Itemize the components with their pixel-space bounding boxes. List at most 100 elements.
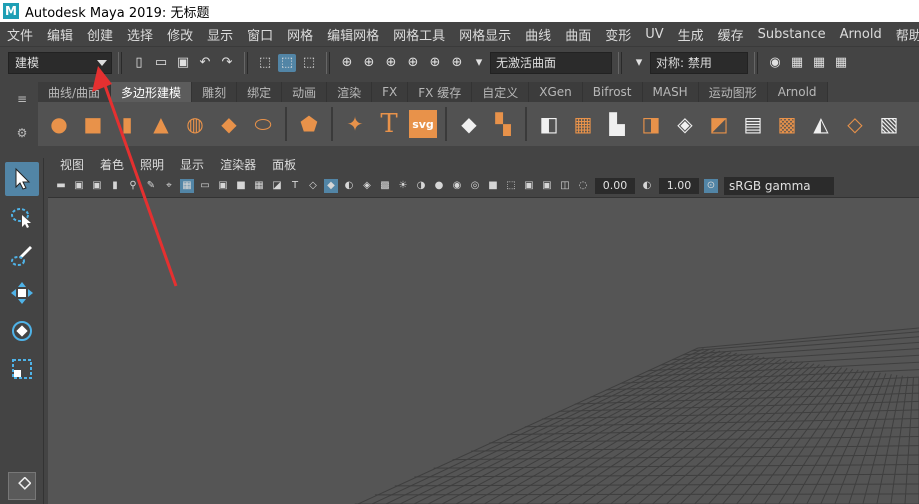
safe-title-icon[interactable]: T (288, 179, 302, 193)
scale-tool-icon[interactable] (5, 352, 39, 386)
select-component-icon[interactable]: ⬚ (300, 54, 318, 72)
live-surface-field[interactable]: 无激活曲面 (490, 51, 612, 74)
menu-item[interactable]: Arnold (833, 27, 889, 42)
resolution-gate-icon[interactable]: ▣ (216, 179, 230, 193)
menu-item[interactable]: 生成 (671, 25, 711, 44)
snap-surface-icon[interactable]: ⊕ (426, 54, 444, 72)
panel-menu-item[interactable]: 着色 (92, 156, 132, 173)
redo-icon[interactable]: ↷ (218, 54, 236, 72)
cone-icon[interactable]: ▲ (147, 110, 175, 138)
menu-set-dropdown[interactable]: 建模 (8, 51, 112, 74)
menu-item[interactable]: 缓存 (711, 25, 751, 44)
multi-cut-icon[interactable]: ◇ (841, 110, 869, 138)
menu-item[interactable]: 选择 (120, 25, 160, 44)
exposure-field[interactable]: 0.00 (595, 177, 635, 194)
undo-icon[interactable]: ↶ (196, 54, 214, 72)
new-scene-icon[interactable]: ▯ (130, 54, 148, 72)
svg-icon[interactable]: svg (409, 110, 437, 138)
panel-menu-item[interactable]: 视图 (52, 156, 92, 173)
menu-item[interactable]: 曲线 (518, 25, 558, 44)
menu-item[interactable]: 编辑 (40, 25, 80, 44)
shelf-tab[interactable]: MASH (642, 82, 699, 102)
viewport-3d[interactable] (48, 198, 919, 504)
render-frame-icon[interactable]: ▦ (788, 54, 806, 72)
smooth-icon[interactable]: ◧ (535, 110, 563, 138)
text-icon[interactable]: T (375, 109, 403, 139)
menu-item[interactable]: 文件 (0, 25, 40, 44)
menu-item[interactable]: 网格 (280, 25, 320, 44)
layout-toggle-icon[interactable] (8, 472, 36, 500)
menu-item[interactable]: 网格显示 (452, 25, 518, 44)
safe-action-icon[interactable]: ◪ (270, 179, 284, 193)
exposure-icon[interactable]: ◌ (576, 179, 590, 193)
shelf-tab[interactable]: Arnold (767, 82, 828, 102)
smooth-shade-icon[interactable]: ◆ (324, 178, 338, 193)
shelf-tab[interactable]: 动画 (282, 82, 328, 102)
menu-item[interactable]: 显示 (200, 25, 240, 44)
default-material-icon[interactable]: ◐ (342, 179, 356, 193)
film-gate-icon[interactable]: ▭ (198, 179, 212, 193)
bridge-icon[interactable]: ▤ (739, 110, 767, 138)
dof-icon[interactable]: ◫ (558, 179, 572, 193)
menu-item[interactable]: 创建 (80, 25, 120, 44)
mirror-icon[interactable]: ◨ (637, 110, 665, 138)
extract-icon[interactable]: ▦ (569, 110, 597, 138)
super-shape-icon[interactable]: ✦ (341, 110, 369, 138)
panel-menu-item[interactable]: 面板 (264, 156, 304, 173)
gate-mask-icon[interactable]: ■ (234, 179, 248, 193)
chevron-down-icon[interactable] (97, 59, 107, 66)
isolate-select-icon[interactable]: ▣ (522, 179, 536, 193)
image-plane-icon[interactable]: ▮ (108, 179, 122, 193)
bevel-icon[interactable]: ◩ (705, 110, 733, 138)
menu-item[interactable]: UV (638, 27, 670, 42)
textured-icon[interactable]: ◈ (360, 179, 374, 193)
select-tool-icon[interactable] (4, 162, 39, 196)
chevron-down-icon[interactable]: ▾ (470, 54, 488, 72)
shelf-tab[interactable]: 渲染 (327, 82, 373, 102)
xray-joints-icon[interactable]: ◉ (450, 179, 464, 193)
paint-select-tool-icon[interactable] (5, 238, 39, 272)
sphere-icon[interactable]: ● (45, 110, 73, 138)
cylinder-icon[interactable]: ▮ (113, 110, 141, 138)
snap-grid-icon[interactable]: ⊕ (338, 54, 356, 72)
save-scene-icon[interactable]: ▣ (174, 54, 192, 72)
shelf-tab[interactable]: XGen (529, 82, 583, 102)
shelf-tab[interactable]: Bifrost (582, 82, 643, 102)
menu-item[interactable]: Substance (751, 27, 833, 42)
panel-menu-item[interactable]: 渲染器 (212, 156, 264, 173)
bookmark-icon[interactable]: ▣ (90, 179, 104, 193)
menu-item[interactable]: 曲面 (558, 25, 598, 44)
snap-curve-icon[interactable]: ⊕ (360, 54, 378, 72)
menu-item[interactable]: 修改 (160, 25, 200, 44)
render-settings-icon[interactable]: ▦ (832, 54, 850, 72)
open-scene-icon[interactable]: ▭ (152, 54, 170, 72)
rotate-tool-icon[interactable] (5, 314, 39, 348)
shelf-tab[interactable]: 运动图形 (698, 82, 768, 102)
menu-item[interactable]: 变形 (598, 25, 638, 44)
wireframe-shade-icon[interactable]: ◇ (306, 179, 320, 193)
boolean-icon[interactable]: ▙ (603, 110, 631, 138)
shelf-tab[interactable]: FX (372, 82, 409, 102)
panel-menu-item[interactable]: 显示 (172, 156, 212, 173)
lasso-tool-icon[interactable] (5, 200, 39, 234)
torus-icon[interactable]: ◍ (181, 110, 209, 138)
checker-icon[interactable]: ▩ (378, 179, 392, 193)
menu-item[interactable]: 编辑网格 (320, 25, 386, 44)
plane-icon[interactable]: ◆ (215, 110, 243, 138)
chevron-down-icon[interactable]: ▾ (630, 54, 648, 72)
select-hierarchy-icon[interactable]: ⬚ (256, 54, 274, 72)
shelf-tab[interactable]: 多边形建模 (111, 82, 193, 102)
snap-point-icon[interactable]: ⊕ (382, 54, 400, 72)
ambient-occlusion-icon[interactable]: ■ (486, 179, 500, 193)
2d-pan-icon[interactable]: ⚲ (126, 179, 140, 193)
shelf-settings-icon[interactable]: ⚙ (17, 126, 28, 140)
lights-icon[interactable]: ☀ (396, 179, 410, 193)
grease-pencil-icon[interactable]: ✎ (144, 179, 158, 193)
shelf-tab[interactable]: 曲线/曲面 (38, 82, 112, 102)
select-object-icon[interactable]: ⬚ (278, 53, 296, 72)
shelf-tab[interactable]: 绑定 (237, 82, 283, 102)
menu-item[interactable]: 网格工具 (386, 25, 452, 44)
motion-blur-icon[interactable]: ⬚ (504, 179, 518, 193)
panel-menu-item[interactable]: 照明 (132, 156, 172, 173)
anti-alias-icon[interactable]: ▣ (540, 179, 554, 193)
